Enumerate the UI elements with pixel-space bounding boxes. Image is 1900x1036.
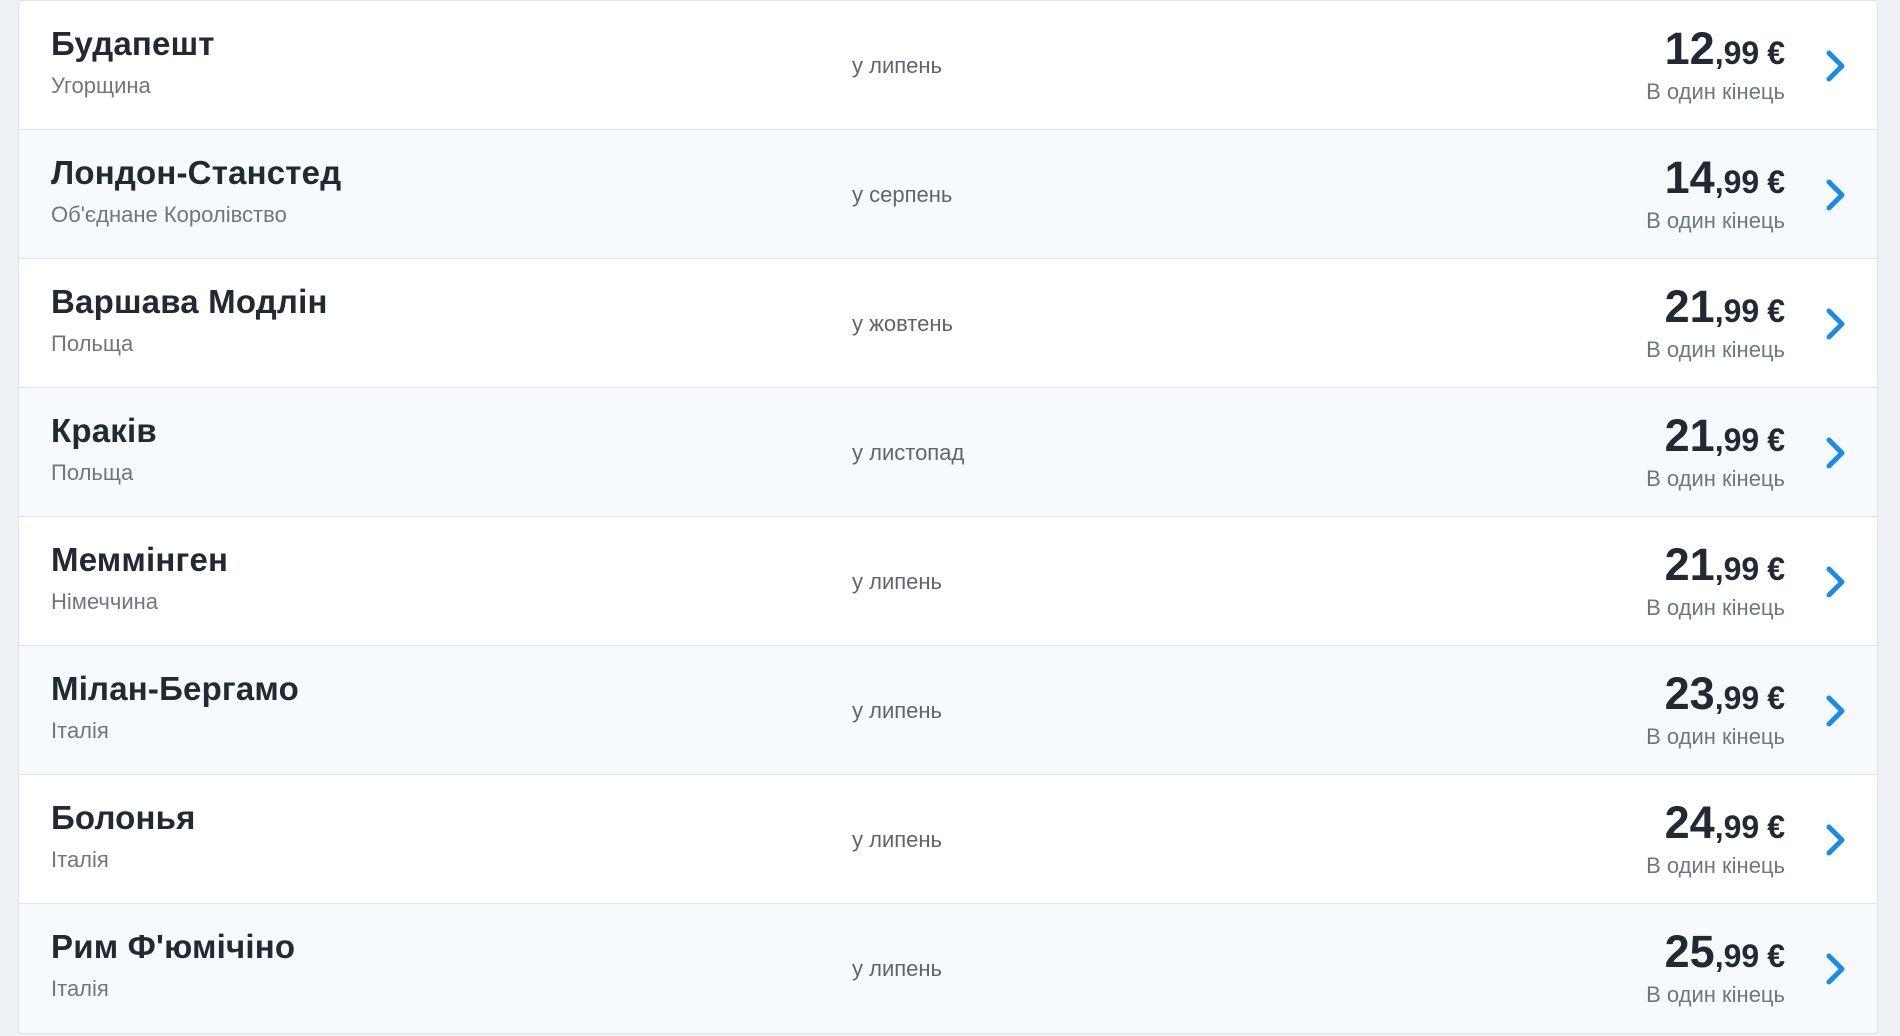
trip-type: В один кінець <box>1646 853 1785 878</box>
trip-type: В один кінець <box>1646 724 1785 749</box>
chevron-right-icon[interactable] <box>1825 823 1847 857</box>
flight-row[interactable]: Лондон-Станстед Об'єднане Королівство у … <box>19 130 1877 259</box>
chevron-right-icon[interactable] <box>1825 178 1847 212</box>
destination-country: Об'єднане Королівство <box>51 202 287 227</box>
flight-results-list: Будапешт Угорщина у липень 12,99 € В один… <box>18 0 1878 1034</box>
price-integer: 24 <box>1664 797 1715 848</box>
destination-city: Рим Ф'юмічіно <box>51 928 296 965</box>
travel-month: у липень <box>852 827 942 852</box>
price: 21,99 € <box>1665 539 1785 591</box>
destination-country: Італія <box>51 718 109 743</box>
destination-city: Лондон-Станстед <box>51 154 342 191</box>
price-currency: € <box>1767 551 1785 587</box>
travel-month: у липень <box>852 956 942 981</box>
travel-month: у липень <box>852 569 942 594</box>
destination-city: Варшава Модлін <box>51 283 328 320</box>
price: 21,99 € <box>1665 410 1785 462</box>
flight-row[interactable]: Меммінген Німеччина у липень 21,99 € В од… <box>19 517 1877 646</box>
destination-city: Будапешт <box>51 25 215 62</box>
price-integer: 23 <box>1664 668 1715 719</box>
price-integer: 21 <box>1664 281 1715 332</box>
flight-row[interactable]: Болонья Італія у липень 24,99 € В один кі… <box>19 775 1877 904</box>
trip-type: В один кінець <box>1646 466 1785 491</box>
chevron-right-icon[interactable] <box>1825 49 1847 83</box>
flight-row[interactable]: Рим Ф'юмічіно Італія у липень 25,99 € В о… <box>19 904 1877 1033</box>
price-decimal: ,99 <box>1714 680 1760 716</box>
flight-row[interactable]: Будапешт Угорщина у липень 12,99 € В один… <box>19 1 1877 130</box>
trip-type: В один кінець <box>1646 595 1785 620</box>
price-currency: € <box>1767 809 1785 845</box>
destination-city: Краків <box>51 412 157 449</box>
flight-row[interactable]: Варшава Модлін Польща у жовтень 21,99 € В… <box>19 259 1877 388</box>
chevron-right-icon[interactable] <box>1825 307 1847 341</box>
price-currency: € <box>1767 35 1785 71</box>
destination-country: Італія <box>51 847 109 872</box>
travel-month: у липень <box>852 53 942 78</box>
price-currency: € <box>1767 422 1785 458</box>
travel-month: у листопад <box>852 440 965 465</box>
price: 25,99 € <box>1665 926 1785 978</box>
trip-type: В один кінець <box>1646 982 1785 1007</box>
price-decimal: ,99 <box>1714 164 1760 200</box>
price-decimal: ,99 <box>1714 35 1760 71</box>
price-integer: 25 <box>1664 926 1715 977</box>
price-currency: € <box>1767 293 1785 329</box>
trip-type: В один кінець <box>1646 208 1785 233</box>
price-decimal: ,99 <box>1714 293 1760 329</box>
travel-month: у серпень <box>852 182 953 207</box>
price-decimal: ,99 <box>1714 938 1760 974</box>
price-currency: € <box>1767 680 1785 716</box>
destination-country: Угорщина <box>51 73 151 98</box>
destination-country: Італія <box>51 976 109 1001</box>
destination-city: Меммінген <box>51 541 229 578</box>
flight-row[interactable]: Краків Польща у листопад 21,99 € В один к… <box>19 388 1877 517</box>
price-currency: € <box>1767 164 1785 200</box>
chevron-right-icon[interactable] <box>1825 565 1847 599</box>
price: 14,99 € <box>1665 152 1785 204</box>
destination-city: Болонья <box>51 799 196 836</box>
destination-country: Польща <box>51 460 134 485</box>
price-integer: 21 <box>1664 539 1715 590</box>
price: 24,99 € <box>1665 797 1785 849</box>
destination-city: Мілан-Бергамо <box>51 670 299 707</box>
price-integer: 14 <box>1664 152 1715 203</box>
price-integer: 12 <box>1664 23 1715 74</box>
price-decimal: ,99 <box>1714 551 1760 587</box>
price: 21,99 € <box>1665 281 1785 333</box>
flight-row[interactable]: Мілан-Бергамо Італія у липень 23,99 € В о… <box>19 646 1877 775</box>
price-decimal: ,99 <box>1714 809 1760 845</box>
destination-country: Польща <box>51 331 134 356</box>
price-currency: € <box>1767 938 1785 974</box>
price: 23,99 € <box>1665 668 1785 720</box>
chevron-right-icon[interactable] <box>1825 952 1847 986</box>
price-decimal: ,99 <box>1714 422 1760 458</box>
price: 12,99 € <box>1665 23 1785 75</box>
price-integer: 21 <box>1664 410 1715 461</box>
travel-month: у липень <box>852 698 942 723</box>
travel-month: у жовтень <box>852 311 953 336</box>
trip-type: В один кінець <box>1646 79 1785 104</box>
chevron-right-icon[interactable] <box>1825 694 1847 728</box>
trip-type: В один кінець <box>1646 337 1785 362</box>
destination-country: Німеччина <box>51 589 159 614</box>
chevron-right-icon[interactable] <box>1825 436 1847 470</box>
